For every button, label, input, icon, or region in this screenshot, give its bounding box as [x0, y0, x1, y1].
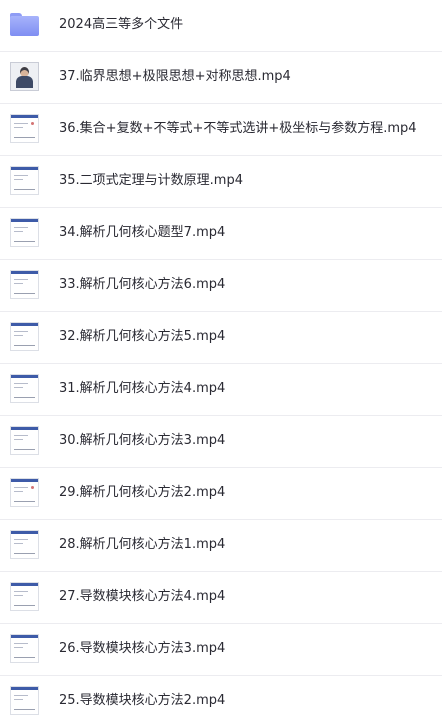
file-row-29[interactable]: 29.解析几何核心方法2.mp4 [0, 468, 442, 520]
video-thumbnail [10, 634, 39, 663]
file-row-34[interactable]: 34.解析几何核心题型7.mp4 [0, 208, 442, 260]
file-row-36[interactable]: 36.集合+复数+不等式+不等式选讲+极坐标与参数方程.mp4 [0, 104, 442, 156]
video-thumbnail [10, 478, 39, 507]
file-name: 27.导数模块核心方法4.mp4 [59, 589, 226, 604]
file-name: 37.临界思想+极限思想+对称思想.mp4 [59, 69, 291, 84]
file-row-33[interactable]: 33.解析几何核心方法6.mp4 [0, 260, 442, 312]
folder-row[interactable]: 2024高三等多个文件 [0, 0, 442, 52]
video-thumbnail [10, 686, 39, 715]
video-thumbnail [10, 426, 39, 455]
folder-name: 2024高三等多个文件 [59, 17, 184, 32]
file-row-26[interactable]: 26.导数模块核心方法3.mp4 [0, 624, 442, 676]
file-row-28[interactable]: 28.解析几何核心方法1.mp4 [0, 520, 442, 572]
file-name: 35.二项式定理与计数原理.mp4 [59, 173, 243, 188]
file-row-32[interactable]: 32.解析几何核心方法5.mp4 [0, 312, 442, 364]
file-name: 29.解析几何核心方法2.mp4 [59, 485, 226, 500]
folder-icon [10, 10, 39, 39]
video-thumbnail [10, 374, 39, 403]
file-row-27[interactable]: 27.导数模块核心方法4.mp4 [0, 572, 442, 624]
video-thumbnail [10, 114, 39, 143]
file-name: 26.导数模块核心方法3.mp4 [59, 641, 226, 656]
file-row-37[interactable]: 37.临界思想+极限思想+对称思想.mp4 [0, 52, 442, 104]
file-row-30[interactable]: 30.解析几何核心方法3.mp4 [0, 416, 442, 468]
file-name: 32.解析几何核心方法5.mp4 [59, 329, 226, 344]
file-name: 30.解析几何核心方法3.mp4 [59, 433, 226, 448]
file-row-25[interactable]: 25.导数模块核心方法2.mp4 [0, 676, 442, 721]
file-name: 25.导数模块核心方法2.mp4 [59, 693, 226, 708]
video-thumbnail [10, 530, 39, 559]
file-name: 28.解析几何核心方法1.mp4 [59, 537, 226, 552]
video-thumbnail [10, 166, 39, 195]
file-name: 36.集合+复数+不等式+不等式选讲+极坐标与参数方程.mp4 [59, 121, 417, 136]
video-thumbnail [10, 270, 39, 299]
video-thumbnail [10, 322, 39, 351]
file-name: 31.解析几何核心方法4.mp4 [59, 381, 226, 396]
file-list: 2024高三等多个文件 37.临界思想+极限思想+对称思想.mp4 36.集合+… [0, 0, 442, 721]
file-row-35[interactable]: 35.二项式定理与计数原理.mp4 [0, 156, 442, 208]
file-name: 34.解析几何核心题型7.mp4 [59, 225, 226, 240]
video-thumbnail [10, 582, 39, 611]
video-thumbnail [10, 62, 39, 91]
file-name: 33.解析几何核心方法6.mp4 [59, 277, 226, 292]
file-row-31[interactable]: 31.解析几何核心方法4.mp4 [0, 364, 442, 416]
video-thumbnail [10, 218, 39, 247]
